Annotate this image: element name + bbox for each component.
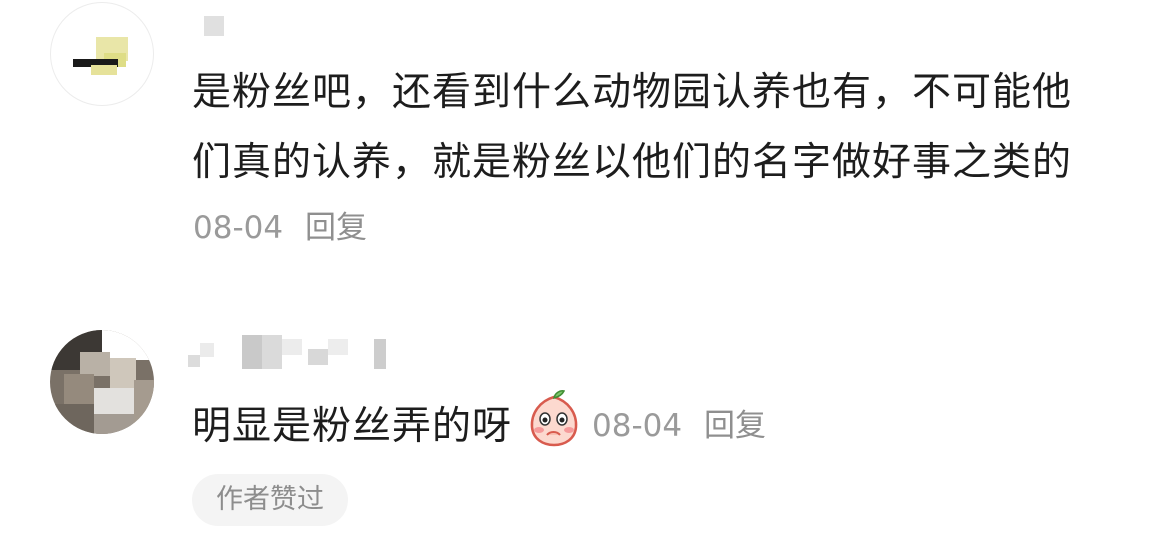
blushing-peach-emoji-icon <box>530 390 578 447</box>
comment-meta: 08-04 回复 <box>193 210 367 246</box>
avatar[interactable] <box>50 330 154 434</box>
author-name-blurred <box>188 335 388 369</box>
author-name-blurred <box>204 16 224 46</box>
comment-meta: 08-04 回复 <box>592 408 766 444</box>
comment-text-line-1: 是粉丝吧，还看到什么动物园认养也有，不可能他 <box>192 70 1073 115</box>
comment-text-content: 明显是粉丝弄的呀 <box>192 404 513 449</box>
author-liked-badge: 作者赞过 <box>192 474 348 526</box>
comment-date: 08-04 <box>592 408 683 444</box>
comment-text: 明显是粉丝弄的呀 <box>192 404 512 450</box>
reply-button[interactable]: 回复 <box>305 210 367 246</box>
avatar[interactable] <box>50 2 154 106</box>
comment-text-line-2: 们真的认养，就是粉丝以他们的名字做好事之类的 <box>192 140 1073 185</box>
comment-date: 08-04 <box>193 210 284 246</box>
reply-button[interactable]: 回复 <box>704 408 766 444</box>
